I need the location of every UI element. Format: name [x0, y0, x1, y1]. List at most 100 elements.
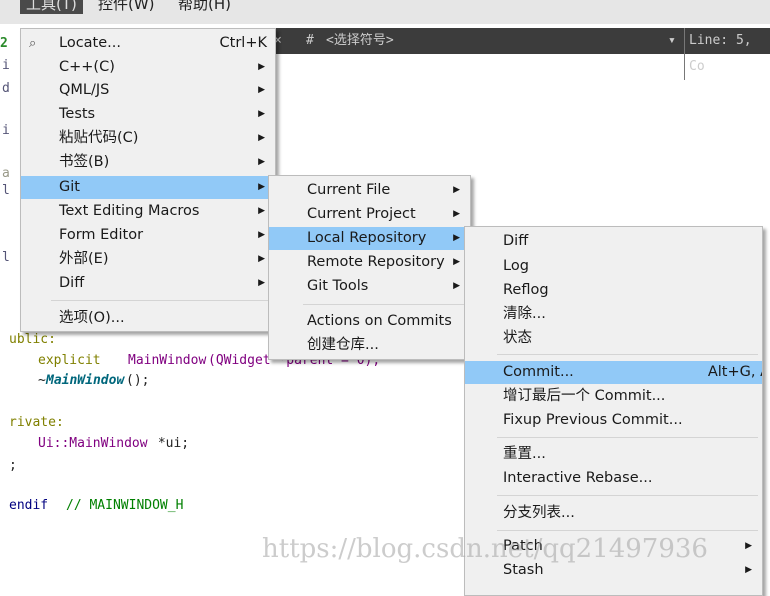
menu-item-options[interactable]: 选项(O)...	[21, 307, 275, 330]
item-label: Patch	[503, 538, 543, 554]
code-line: ublic:	[9, 332, 56, 347]
menu-item-remote-repository[interactable]: Remote Repository ▶	[269, 251, 470, 274]
menu-item-current-project[interactable]: Current Project ▶	[269, 203, 470, 226]
code-line: ;	[9, 458, 17, 473]
code-comment: // MAINWINDOW_H	[66, 498, 184, 513]
menu-item-qml[interactable]: QML/JS ▶	[21, 79, 275, 102]
menu-item-diff[interactable]: Diff ▶	[21, 272, 275, 295]
chevron-right-icon: ▶	[258, 206, 265, 216]
code-type: MainWindow	[128, 353, 207, 368]
chevron-right-icon: ▶	[453, 281, 460, 291]
menu-item-cpp[interactable]: C++(C) ▶	[21, 56, 275, 79]
gutter-char: 2	[0, 36, 8, 51]
item-label: 创建仓库...	[307, 337, 379, 353]
item-label: Current Project	[307, 206, 416, 222]
menu-item-git-tools[interactable]: Git Tools ▶	[269, 275, 470, 298]
code-var: *ui;	[150, 436, 190, 451]
item-label: Interactive Rebase...	[503, 470, 653, 486]
menu-item-reflog[interactable]: Reflog	[465, 279, 762, 302]
menu-item-git[interactable]: Git ▶	[21, 176, 275, 199]
item-label: 重置...	[503, 446, 546, 462]
menu-help[interactable]: 帮助(H)	[172, 0, 237, 14]
menu-item-current-file[interactable]: Current File ▶	[269, 179, 470, 202]
item-label: Log	[503, 258, 529, 274]
code-type: Ui::MainWindow	[38, 436, 148, 451]
item-label: 状态	[503, 330, 532, 346]
item-label: Current File	[307, 182, 391, 198]
menu-item-external[interactable]: 外部(E) ▶	[21, 248, 275, 271]
menu-item-clean[interactable]: 清除...	[465, 303, 762, 326]
chevron-right-icon: ▶	[258, 230, 265, 240]
chevron-right-icon: ▶	[258, 254, 265, 264]
gutter-char: l	[2, 183, 10, 198]
item-label: 选项(O)...	[59, 310, 125, 326]
item-label: Commit...	[503, 364, 574, 380]
menu-item-local-repository[interactable]: Local Repository ▶	[269, 227, 470, 250]
code-keyword: explicit	[38, 353, 101, 368]
menu-item-log[interactable]: Log	[465, 255, 762, 278]
chevron-right-icon: ▶	[258, 85, 265, 95]
shortcut: Ctrl+K	[219, 35, 267, 51]
menu-separator	[497, 530, 758, 531]
item-label: QML/JS	[59, 82, 110, 98]
chevron-down-icon[interactable]: ▾	[668, 28, 676, 54]
menu-tools[interactable]: 工具(T)	[20, 0, 83, 14]
item-label: Text Editing Macros	[59, 203, 200, 219]
item-label: 外部(E)	[59, 251, 109, 267]
menu-item-amend-commit[interactable]: 增订最后一个 Commit...	[465, 385, 762, 408]
git-submenu: Current File ▶ Current Project ▶ Local Rep…	[268, 175, 471, 360]
menu-bar: 工具(T) 控件(W) 帮助(H)	[0, 0, 770, 24]
chevron-right-icon: ▶	[453, 257, 460, 267]
menu-item-diff[interactable]: Diff	[465, 230, 762, 253]
gutter-char: i	[2, 123, 10, 138]
menu-item-bookmarks[interactable]: 书签(B) ▶	[21, 151, 275, 174]
gutter-char: l	[2, 250, 10, 265]
code-gutter: 2 i d i a l l	[0, 28, 20, 328]
menu-item-tests[interactable]: Tests ▶	[21, 103, 275, 126]
item-label: Diff	[59, 275, 85, 291]
code-tilde: ~	[38, 373, 46, 388]
item-label: Local Repository	[307, 230, 427, 246]
menu-controls[interactable]: 控件(W)	[92, 0, 161, 14]
menu-item-fixup-commit[interactable]: Fixup Previous Commit...	[465, 409, 762, 432]
local-repository-submenu: Diff Log Reflog 清除... 状态 Commit... Alt+G,…	[464, 226, 763, 596]
code-line: rivate:	[9, 415, 64, 430]
code-parens: ();	[126, 373, 150, 388]
chevron-right-icon: ▶	[453, 233, 460, 243]
chevron-right-icon: ▶	[258, 278, 265, 288]
menu-item-form-editor[interactable]: Form Editor ▶	[21, 224, 275, 247]
chevron-right-icon: ▶	[453, 185, 460, 195]
item-label: Stash	[503, 562, 544, 578]
symbol-selector[interactable]: <选择符号>	[326, 28, 394, 54]
menu-item-paste-code[interactable]: 粘贴代码(C) ▶	[21, 127, 275, 150]
menu-item-macros[interactable]: Text Editing Macros ▶	[21, 200, 275, 223]
chevron-right-icon: ▶	[745, 541, 752, 551]
tools-menu: ⌕ Locate... Ctrl+K C++(C) ▶ QML/JS ▶ Tests ▶ …	[20, 28, 276, 332]
gutter-char: d	[2, 81, 10, 96]
chevron-right-icon: ▶	[745, 565, 752, 575]
menu-item-actions-on-commits[interactable]: Actions on Commits	[269, 310, 470, 333]
menu-separator	[303, 304, 470, 305]
shortcut: Alt+G, Alt+C	[707, 364, 762, 380]
menu-item-patch[interactable]: Patch ▶	[465, 535, 762, 558]
menu-item-commit[interactable]: Commit... Alt+G, Alt+C	[465, 361, 762, 384]
item-label: 增订最后一个 Commit...	[503, 388, 666, 404]
menu-item-branches[interactable]: 分支列表...	[465, 502, 762, 525]
menu-item-stash[interactable]: Stash ▶	[465, 559, 762, 582]
menu-separator	[51, 300, 271, 301]
chevron-right-icon: ▶	[258, 109, 265, 119]
item-label: 粘贴代码(C)	[59, 130, 139, 146]
menu-item-create-repository[interactable]: 创建仓库...	[269, 334, 470, 357]
gutter-char: a	[2, 166, 10, 181]
item-label: Git Tools	[307, 278, 369, 294]
code-destructor: MainWindow	[46, 373, 125, 388]
hash-icon: #	[306, 33, 314, 48]
menu-item-locate[interactable]: ⌕ Locate... Ctrl+K	[21, 32, 275, 55]
item-label: Remote Repository	[307, 254, 445, 270]
item-label: Reflog	[503, 282, 549, 298]
search-icon: ⌕	[29, 36, 37, 51]
menu-item-status[interactable]: 状态	[465, 327, 762, 350]
menu-item-reset[interactable]: 重置...	[465, 443, 762, 466]
menu-item-interactive-rebase[interactable]: Interactive Rebase...	[465, 467, 762, 490]
item-label: Locate...	[59, 35, 121, 51]
